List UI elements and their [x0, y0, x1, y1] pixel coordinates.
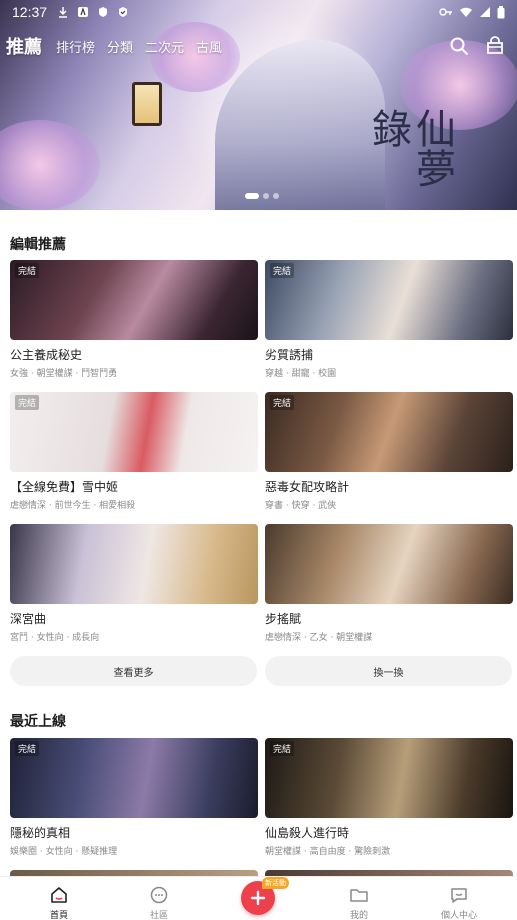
key-icon [439, 8, 452, 16]
battery-icon [497, 5, 505, 18]
tab-profile[interactable]: 個人中心 [424, 877, 494, 920]
new-event-badge: 新活動 [262, 877, 289, 889]
status-badge: 完結 [15, 395, 40, 410]
card-title: 隱秘的真相 [10, 826, 71, 840]
tab-anime[interactable]: 二次元 [145, 37, 184, 56]
card-cover-image: 完結 [10, 738, 258, 818]
status-badge: 完結 [15, 741, 40, 756]
banner-lantern [132, 82, 162, 126]
card-recent[interactable]: 完結 隱秘的真相 娛樂圈 · 女性向 · 懸疑推理 [10, 738, 258, 857]
download-icon [59, 7, 68, 18]
banner-dot[interactable] [273, 193, 279, 199]
tab-mine-label: 我的 [349, 911, 368, 920]
banner-art-title: 仙夢錄 [365, 108, 455, 188]
card-tags: 娛樂圈 · 女性向 · 懸疑推理 [10, 847, 118, 857]
card-tags: 虐戀情深 · 前世今生 · 相愛相殺 [10, 501, 136, 511]
shield-check-icon [119, 7, 128, 17]
status-badge: 完結 [270, 263, 295, 278]
tab-home-label: 首頁 [49, 911, 68, 920]
section-title-editor-picks: 編輯推薦 [10, 237, 66, 253]
signal-icon [480, 7, 490, 17]
tab-mine[interactable]: 我的 [324, 877, 394, 920]
banner-blossom [0, 120, 100, 210]
card-cover-image: 完結 [10, 260, 258, 340]
card-cover-image: 完結 [10, 392, 258, 472]
card-editor-pick[interactable]: 深宮曲 宮鬥 · 女性向 · 成長向 [10, 524, 258, 643]
home-icon [51, 887, 67, 903]
chat-bubble-icon [150, 886, 168, 904]
card-tags: 宮鬥 · 女性向 · 成長向 [10, 633, 100, 643]
card-cover-image: 完結 [265, 738, 513, 818]
tab-category[interactable]: 分類 [107, 37, 133, 56]
card-editor-pick[interactable]: 完結 劣質誘捕 穿越 · 甜寵 · 校園 [265, 260, 513, 379]
card-title: 深宮曲 [10, 612, 47, 626]
card-tags: 虐戀情深 · 乙女 · 朝堂權謀 [265, 633, 373, 643]
plus-icon [250, 890, 266, 906]
card-editor-pick[interactable]: 完結 【全線免費】雪中姬 虐戀情深 · 前世今生 · 相愛相殺 [10, 392, 258, 511]
card-title: 步搖賦 [265, 612, 302, 626]
play-shield-icon [99, 7, 108, 17]
card-title: 惡毒女配攻略計 [265, 480, 350, 494]
card-title: 劣質誘捕 [265, 348, 314, 362]
tab-community-label: 社區 [149, 911, 168, 920]
status-badge: 完結 [15, 263, 40, 278]
card-cover-image [10, 524, 258, 604]
view-more-button[interactable]: 查看更多 [10, 656, 257, 686]
status-badge: 完結 [270, 741, 295, 756]
card-editor-pick[interactable]: 完結 惡毒女配攻略計 穿書 · 快穿 · 武俠 [265, 392, 513, 511]
banner-dot[interactable] [263, 193, 269, 199]
refresh-button[interactable]: 換一換 [265, 656, 512, 686]
smile-bubble-icon [451, 888, 467, 903]
card-title: 公主養成秘史 [10, 348, 83, 362]
status-badge: 完結 [270, 395, 295, 410]
folder-icon [350, 889, 368, 902]
tab-recommend[interactable]: 推薦 [6, 33, 42, 59]
search-icon[interactable] [449, 36, 469, 56]
banner-dot-active[interactable] [245, 193, 259, 199]
wifi-icon [460, 7, 472, 17]
tab-community[interactable]: 社區 [124, 877, 194, 920]
tab-profile-label: 個人中心 [440, 911, 477, 920]
top-nav: 推薦 排行榜 分類 二次元 古風 [0, 30, 517, 62]
card-editor-pick[interactable]: 完結 公主養成秘史 女強 · 朝堂權謀 · 鬥智鬥勇 [10, 260, 258, 379]
card-tags: 穿越 · 甜寵 · 校園 [265, 369, 337, 379]
card-tags: 女強 · 朝堂權謀 · 鬥智鬥勇 [10, 369, 118, 379]
app-screen: 仙夢錄 12:37 推薦 排行榜 分類 二次元 古風 編輯推薦 完結 公主養成秘… [0, 0, 517, 920]
card-tags: 穿書 · 快穿 · 武俠 [265, 501, 337, 511]
tab-ranking[interactable]: 排行榜 [56, 37, 95, 56]
card-recent[interactable]: 完結 仙島殺人進行時 朝堂權謀 · 高自由度 · 驚險刺激 [265, 738, 513, 857]
card-title: 【全線免費】雪中姬 [10, 480, 119, 494]
card-tags: 朝堂權謀 · 高自由度 · 驚險刺激 [265, 847, 391, 857]
card-cover-image: 完結 [265, 392, 513, 472]
card-editor-pick[interactable]: 步搖賦 虐戀情深 · 乙女 · 朝堂權謀 [265, 524, 513, 643]
card-cover-image [265, 524, 513, 604]
bag-icon[interactable] [485, 36, 505, 56]
status-right-group [439, 5, 505, 19]
status-bar: 12:37 [0, 0, 517, 24]
card-cover-image: 完結 [265, 260, 513, 340]
tab-ancient-style[interactable]: 古風 [196, 37, 222, 56]
section-title-recent: 最近上線 [10, 714, 66, 730]
tab-home[interactable]: 首頁 [24, 877, 94, 920]
card-title: 仙島殺人進行時 [265, 826, 350, 840]
nav-actions [449, 36, 511, 56]
app-a-icon [78, 7, 89, 17]
status-time: 12:37 [12, 4, 48, 20]
